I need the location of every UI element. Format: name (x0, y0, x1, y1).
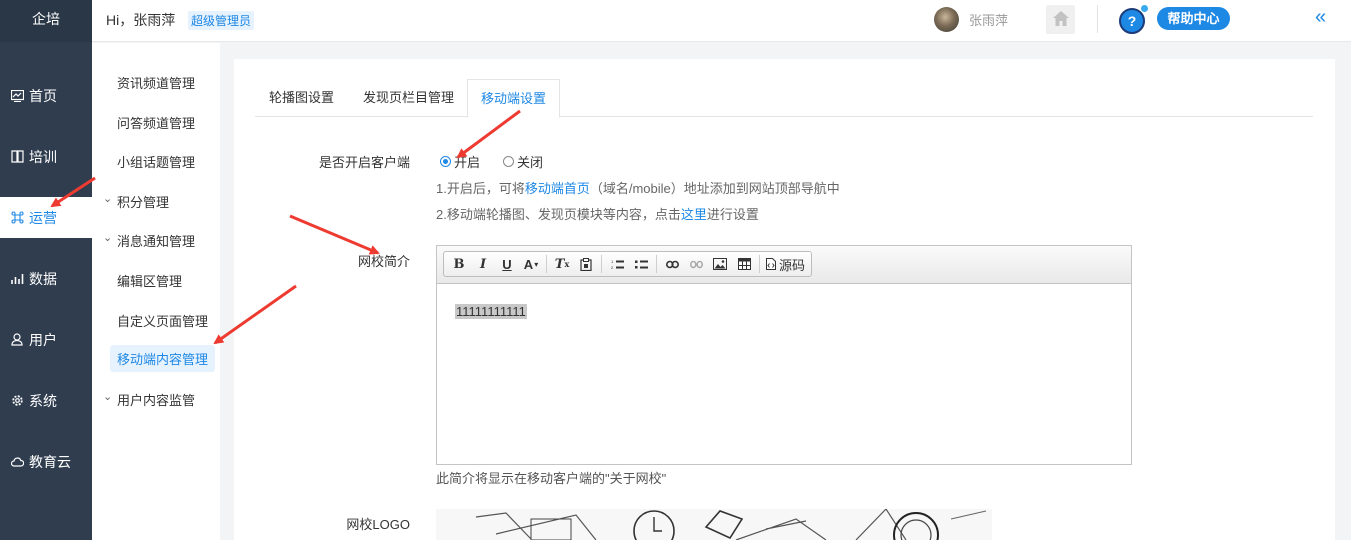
dashboard-icon (10, 88, 25, 103)
nav-item-data[interactable]: 数据 (0, 258, 92, 299)
italic-icon[interactable]: I (472, 253, 494, 275)
sub-nav: 资讯频道管理 问答频道管理 小组话题管理 ⌄ 积分管理 ⌄ 消息通知管理 编辑区… (92, 43, 220, 540)
sub-item-group[interactable]: 小组话题管理 (117, 152, 195, 171)
sub-item-label: 用户内容监管 (117, 393, 196, 408)
divider (1097, 5, 1098, 33)
source-label: 源码 (779, 257, 806, 273)
svg-text:2: 2 (611, 265, 614, 270)
editor-toolbar: B I U A ▾ Tx 12 源码 (437, 246, 1131, 284)
nav-item-operation[interactable]: 运营 (0, 197, 92, 238)
toolbar-separator (546, 255, 547, 273)
nav-label: 培训 (29, 148, 57, 165)
nav-item-system[interactable]: 系统 (0, 380, 92, 421)
clear-format-icon[interactable]: Tx (551, 253, 573, 275)
unlink-icon[interactable] (685, 253, 707, 275)
image-icon[interactable] (709, 253, 731, 275)
help-center-button[interactable]: 帮助中心 (1157, 7, 1230, 30)
home-icon (1052, 10, 1070, 30)
top-bar: Hi，张雨萍 超级管理员 张雨萍 ? 帮助中心 « (92, 0, 1351, 42)
tab-carousel[interactable]: 轮播图设置 (269, 79, 334, 117)
sub-item-notifications[interactable]: ⌄ 消息通知管理 (103, 231, 196, 250)
sub-item-editor-area[interactable]: 编辑区管理 (117, 271, 182, 290)
help-dot (1141, 5, 1148, 12)
main-content: 轮播图设置 发现页栏目管理 移动端设置 是否开启客户端 开启 关闭 1.开启后，… (234, 59, 1335, 540)
tab-bar: 轮播图设置 发现页栏目管理 移动端设置 (255, 79, 1313, 118)
radio-off[interactable]: 关闭 (503, 152, 543, 171)
settings-here-link[interactable]: 这里 (681, 207, 707, 222)
nav-label: 教育云 (29, 453, 71, 470)
source-icon (766, 258, 776, 270)
ordered-list-icon[interactable]: 12 (606, 253, 628, 275)
nav-item-user[interactable]: 用户 (0, 319, 92, 360)
tab-discover[interactable]: 发现页栏目管理 (363, 79, 454, 117)
training-icon (10, 149, 25, 164)
editor-hint: 此简介将显示在移动客户端的"关于网校" (436, 471, 667, 486)
toolbar-separator (601, 255, 602, 273)
chart-icon (10, 271, 25, 286)
hint-line-1: 1.开启后，可将移动端首页（域名/mobile）地址添加到网站顶部导航中 (436, 181, 840, 196)
nav-label: 系统 (29, 392, 57, 409)
sub-item-custom-page[interactable]: 自定义页面管理 (117, 311, 208, 330)
nav-item-cloud[interactable]: 教育云 (0, 441, 92, 482)
nav-label: 运营 (29, 209, 57, 226)
sub-item-label: 消息通知管理 (117, 234, 196, 249)
table-icon[interactable] (733, 253, 755, 275)
nav-label: 首页 (29, 87, 57, 104)
left-nav: 企培 首页 培训 运营 数据 用户 系统 教育云 (0, 0, 92, 540)
nav-label: 数据 (29, 270, 57, 287)
toolbar-separator (656, 255, 657, 273)
nav-item-home[interactable]: 首页 (0, 75, 92, 116)
radio-checked-icon (440, 156, 451, 167)
home-button[interactable] (1046, 5, 1075, 34)
unordered-list-icon[interactable] (630, 253, 652, 275)
avatar[interactable] (934, 7, 959, 32)
gear-icon (10, 393, 25, 408)
logo-label: 网校LOGO (346, 517, 410, 532)
radio-label: 开启 (454, 155, 481, 170)
link-icon[interactable] (661, 253, 683, 275)
client-label: 是否开启客户端 (318, 155, 410, 170)
greeting-text: Hi，张雨萍 (106, 12, 176, 28)
tab-mobile-settings[interactable]: 移动端设置 (467, 79, 560, 118)
editor-body[interactable]: 11111111111 (437, 284, 1131, 464)
help-icon[interactable]: ? (1119, 8, 1145, 34)
role-badge: 超级管理员 (188, 11, 255, 30)
sub-item-mobile-content[interactable]: 移动端内容管理 (110, 345, 216, 372)
operation-icon (10, 210, 25, 225)
logo-image[interactable] (436, 509, 992, 540)
user-name[interactable]: 张雨萍 (969, 10, 1008, 29)
chevron-down-icon: ⌄ (103, 232, 113, 244)
hint-line-2: 2.移动端轮播图、发现页模块等内容，点击这里进行设置 (436, 207, 759, 222)
sub-item-user-content[interactable]: ⌄ 用户内容监管 (103, 390, 196, 409)
editor-tool-group: B I U A ▾ Tx 12 源码 (443, 251, 813, 277)
rich-text-editor[interactable]: B I U A ▾ Tx 12 源码 11111111111 (436, 245, 1132, 465)
collapse-icon[interactable]: « (1315, 6, 1326, 29)
mobile-home-link[interactable]: 移动端首页 (525, 181, 590, 196)
brand-logo: 企培 (0, 0, 92, 42)
sub-item-points[interactable]: ⌄ 积分管理 (103, 192, 170, 211)
svg-text:1: 1 (611, 259, 614, 264)
source-button[interactable]: 源码 (764, 253, 807, 275)
toolbar-separator (759, 255, 760, 273)
bold-icon[interactable]: B (448, 253, 470, 275)
cloud-icon (10, 454, 25, 469)
radio-label: 关闭 (517, 155, 544, 170)
radio-on[interactable]: 开启 (440, 152, 480, 171)
user-icon (10, 332, 25, 347)
font-color-icon[interactable]: A ▾ (520, 253, 542, 275)
editor-content[interactable]: 11111111111 (455, 304, 527, 319)
nav-label: 用户 (29, 331, 57, 348)
paste-icon[interactable] (575, 253, 597, 275)
underline-icon[interactable]: U (496, 253, 518, 275)
sub-item-label: 积分管理 (117, 195, 170, 210)
sub-item-qa[interactable]: 问答频道管理 (117, 113, 195, 132)
chevron-down-icon: ⌄ (103, 193, 113, 205)
nav-item-training[interactable]: 培训 (0, 136, 92, 177)
radio-unchecked-icon (503, 156, 514, 167)
sub-item-news[interactable]: 资讯频道管理 (117, 73, 195, 92)
chevron-down-icon: ⌄ (103, 391, 113, 403)
intro-label: 网校简介 (357, 254, 410, 269)
